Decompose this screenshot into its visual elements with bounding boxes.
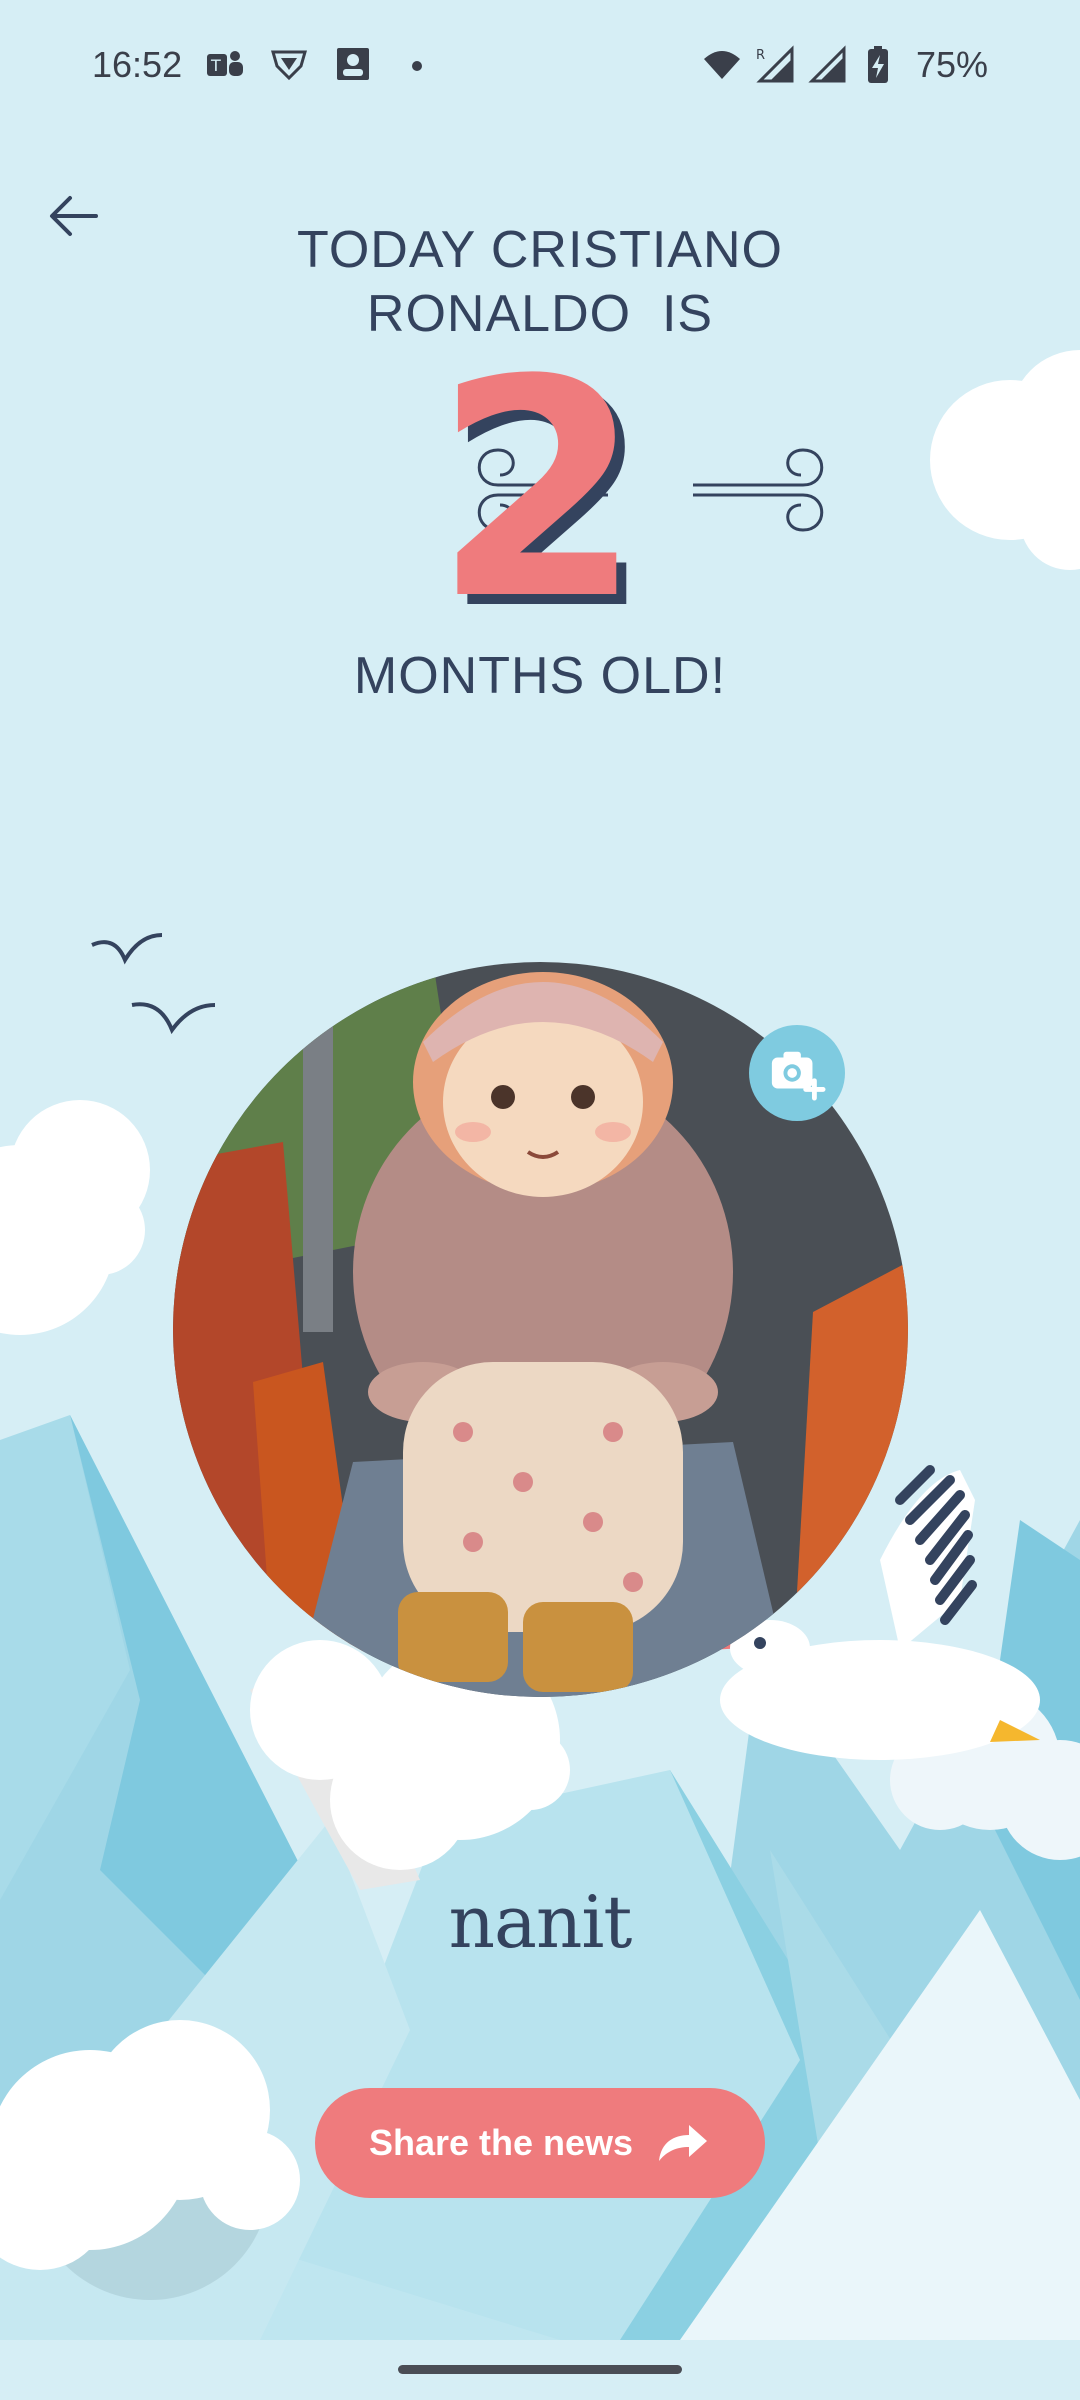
back-arrow-icon xyxy=(50,196,98,236)
battery-charging-icon xyxy=(867,46,888,83)
camera-add-icon xyxy=(771,1051,826,1101)
signal-icon xyxy=(808,45,846,83)
wifi-icon xyxy=(703,51,740,79)
battery-percentage: 75% xyxy=(915,44,988,85)
headline-line-3: MONTHS OLD! xyxy=(353,647,727,705)
add-photo-button[interactable] xyxy=(749,1025,845,1121)
status-time: 16:52 xyxy=(92,44,183,85)
teams-icon: T xyxy=(207,51,243,76)
home-indicator[interactable] xyxy=(398,2365,682,2374)
vpn-shield-icon xyxy=(271,50,307,81)
brand-logo: nanit xyxy=(448,1880,633,1964)
svg-text:R: R xyxy=(756,48,765,63)
svg-text:2: 2 xyxy=(434,342,643,632)
back-button[interactable] xyxy=(40,182,112,254)
headline-line-1: TODAY CRISTIANO xyxy=(297,221,783,279)
status-bar: 16:52 T R 75% xyxy=(0,0,1080,135)
age-number: 2 2 xyxy=(434,342,653,632)
share-the-news-button[interactable]: Share the news xyxy=(315,2088,765,2198)
share-arrow-icon xyxy=(659,2125,708,2161)
headline-line-2: RONALDO IS xyxy=(366,285,714,343)
svg-text:T: T xyxy=(210,56,221,75)
share-button-label: Share the news xyxy=(368,2122,634,2163)
contact-card-icon xyxy=(337,48,369,80)
roaming-signal-icon: R xyxy=(756,45,794,83)
swirl-left-decoration-fit xyxy=(258,425,408,555)
notification-dot-icon xyxy=(412,61,422,71)
swirl-right-decoration xyxy=(693,448,824,532)
